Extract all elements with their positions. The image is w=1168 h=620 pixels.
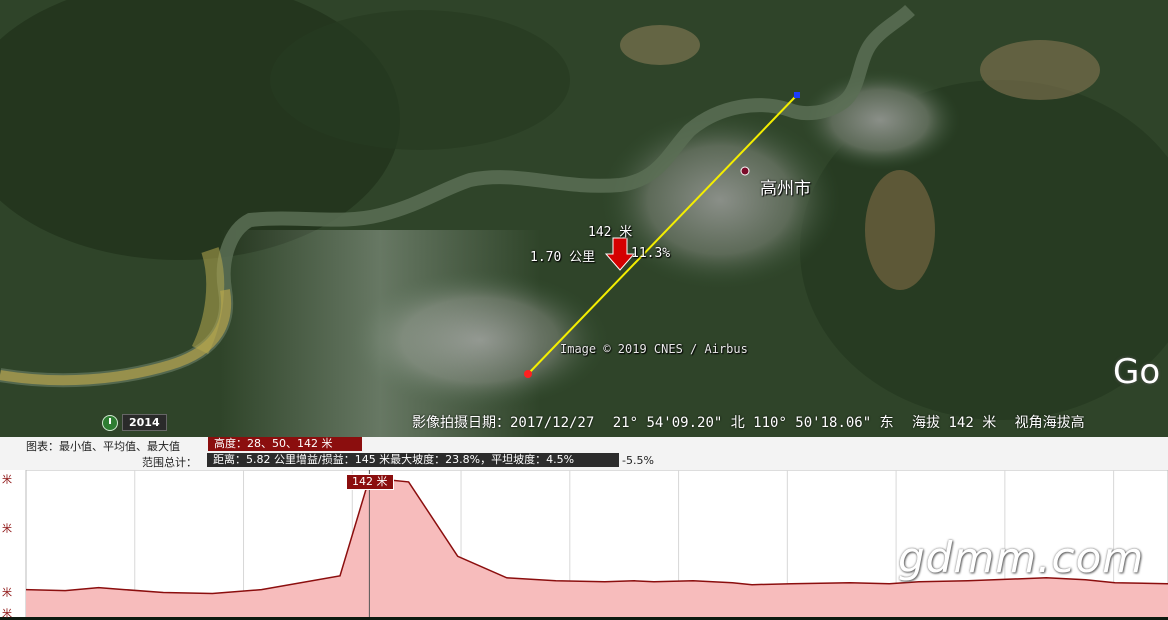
imagery-year: 2014	[122, 414, 167, 431]
altitude: 海拔 142 米	[912, 415, 997, 431]
y-axis-label: 米	[2, 475, 12, 486]
peak-marker-label: 142 米	[346, 474, 394, 490]
image-credit: Image © 2019 CNES / Airbus	[560, 342, 748, 356]
distance-label: 1.70 公里	[530, 250, 596, 265]
height-label: 142 米	[588, 225, 633, 240]
chart-label: 图表：最小值、平均值、最大值	[26, 440, 180, 453]
y-axis-label: 米	[2, 588, 12, 599]
elevation-stats: 高度：28、50、142 米	[208, 437, 362, 451]
satellite-map[interactable]	[0, 0, 1168, 437]
elevation-profile-panel[interactable]: 图表：最小值、平均值、最大值 高度：28、50、142 米 范围总计： 距离：5…	[0, 437, 1168, 620]
historical-imagery-badge[interactable]: 2014	[102, 414, 167, 431]
image-date: 影像拍摄日期：2017/12/27	[412, 415, 595, 431]
google-logo: Go	[1113, 352, 1161, 392]
range-stats: 距离：5.82 公里增益/损益：145 米最大坡度：23.8%，平坦坡度：4.5…	[207, 453, 619, 467]
view-altitude: 视角海拔高	[1014, 415, 1085, 431]
city-label: 高州市	[760, 179, 811, 199]
slope-extreme: -5.5%	[622, 454, 654, 467]
clock-icon[interactable]	[102, 414, 118, 431]
status-bar: 影像拍摄日期：2017/12/27 21° 54'09.20" 北 110° 5…	[412, 412, 1095, 432]
y-axis-label: 米	[2, 609, 12, 620]
profile-header: 图表：最小值、平均值、最大值 高度：28、50、142 米 范围总计： 距离：5…	[0, 437, 1168, 470]
coordinates: 21° 54'09.20" 北 110° 50'18.06" 东	[612, 415, 894, 431]
watermark: gdmm.com	[898, 533, 1145, 582]
range-label: 范围总计：	[142, 456, 197, 469]
slope-label: 11.3%	[631, 246, 671, 261]
y-axis-label: 米	[2, 524, 12, 535]
